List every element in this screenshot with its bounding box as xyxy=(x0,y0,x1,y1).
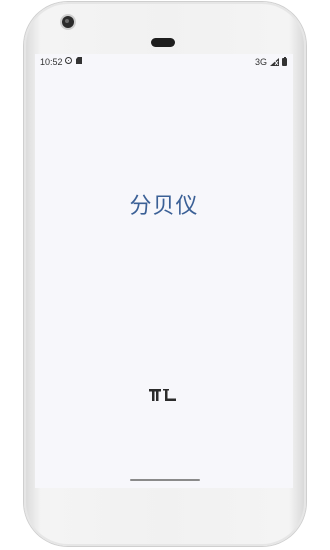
status-notification-icons xyxy=(65,57,82,64)
sd-card-icon xyxy=(76,57,82,64)
app-name-title: 分贝仪 xyxy=(129,194,199,219)
settings-icon xyxy=(65,57,72,64)
network-type: 3G xyxy=(254,57,267,67)
front-camera-icon xyxy=(62,16,74,28)
screen: 10:52 3G 分贝仪 xyxy=(35,54,293,488)
status-system-icons: 3G xyxy=(254,56,287,67)
home-indicator[interactable] xyxy=(130,479,200,481)
battery-icon xyxy=(282,56,287,66)
status-bar: 10:52 3G xyxy=(35,54,293,70)
signal-icon xyxy=(270,58,279,66)
status-time: 10:52 xyxy=(40,57,63,67)
tl-logo xyxy=(149,389,176,401)
earpiece-speaker xyxy=(151,38,175,47)
